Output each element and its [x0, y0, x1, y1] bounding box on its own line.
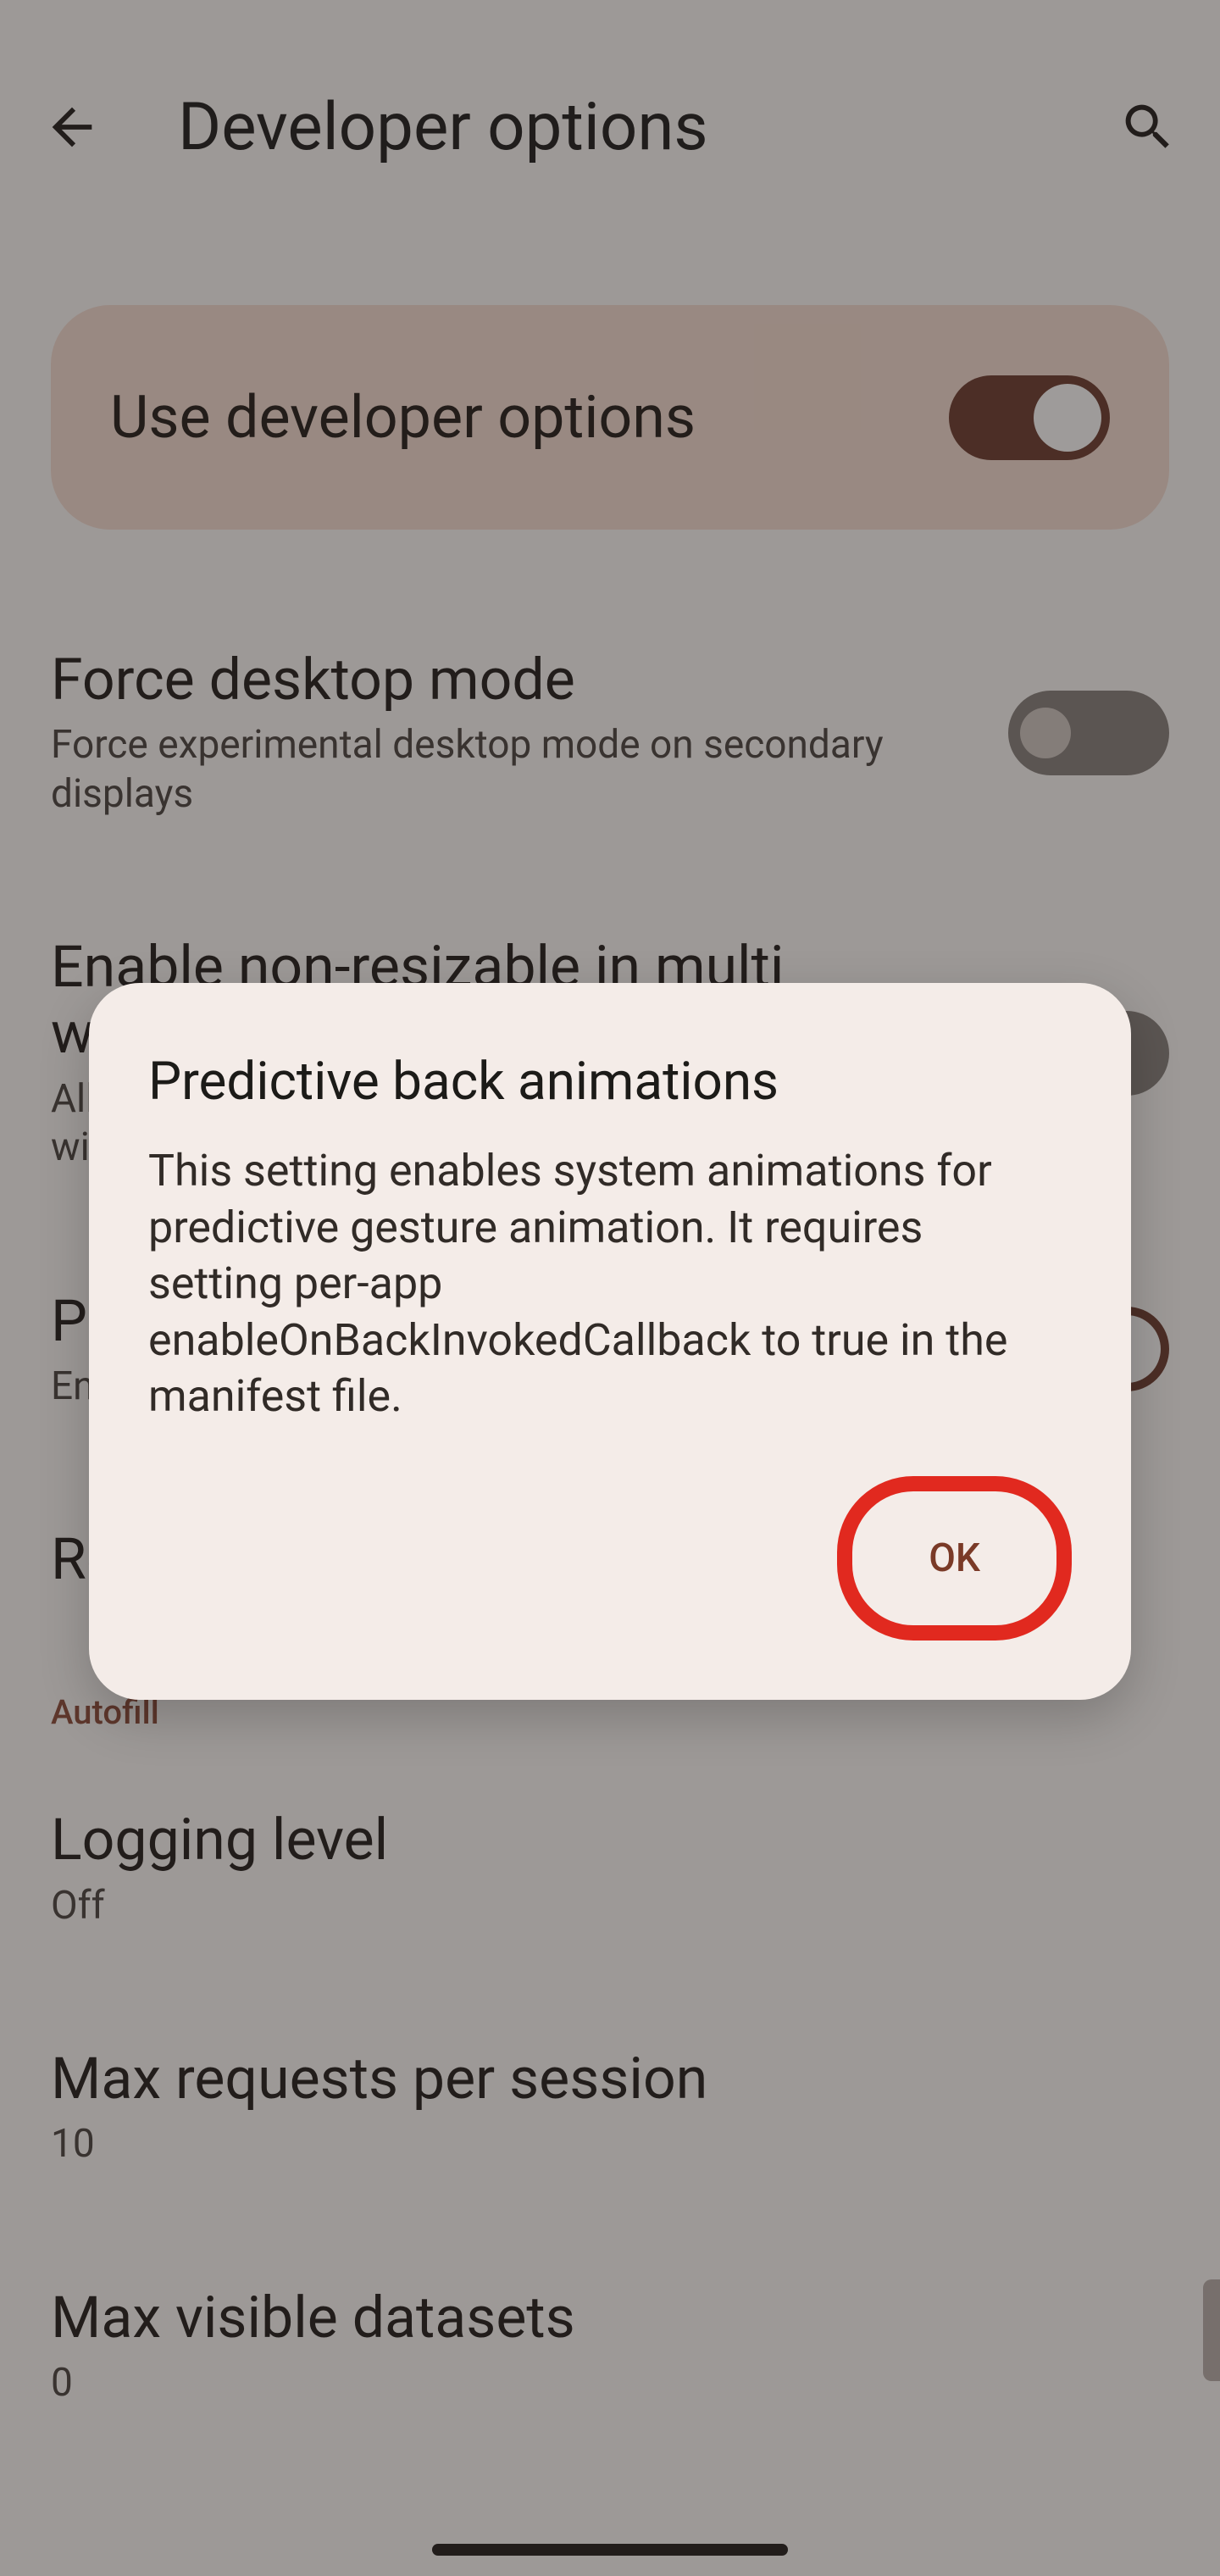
dialog-predictive-back: Predictive back animations This setting … — [89, 983, 1131, 1700]
ok-button[interactable]: OK — [895, 1510, 1014, 1607]
dialog-title: Predictive back animations — [148, 1051, 1072, 1113]
dialog-body: This setting enables system animations f… — [148, 1143, 1046, 1425]
dialog-actions: OK — [148, 1476, 1072, 1641]
highlight-ring: OK — [837, 1476, 1072, 1641]
